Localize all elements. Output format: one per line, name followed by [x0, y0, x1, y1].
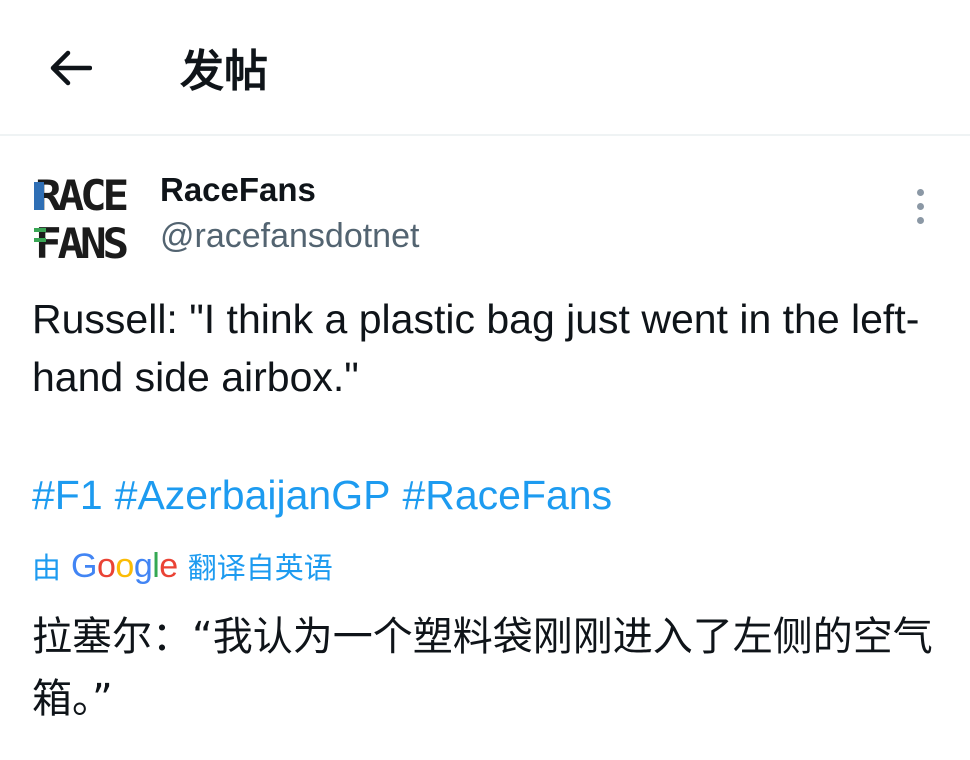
hashtag-racefans[interactable]: #RaceFans — [402, 472, 612, 518]
avatar-line2: FANS — [35, 219, 127, 266]
hashtag-f1[interactable]: #F1 — [32, 472, 103, 518]
back-button[interactable] — [40, 38, 100, 98]
more-vertical-icon — [916, 188, 924, 196]
translated-text: 拉塞尔：“我认为一个塑料袋刚刚进入了左侧的空气箱。” — [32, 614, 933, 722]
top-bar: 发帖 — [0, 0, 970, 136]
tweet-text: Russell: "I think a plastic bag just wen… — [32, 296, 920, 400]
more-options-button[interactable] — [900, 184, 940, 228]
hashtag-list: #F1 #AzerbaijanGP #RaceFans — [32, 468, 942, 522]
more-dot — [916, 216, 924, 224]
author-handle[interactable]: @racefansdotnet — [160, 214, 419, 258]
author-display-name[interactable]: RaceFans — [160, 170, 316, 210]
translated-by-link[interactable]: 由 Google 翻译自英语 — [32, 544, 333, 588]
more-dot — [916, 202, 924, 210]
translated-by-prefix: 由 — [32, 551, 62, 585]
translated-by-suffix: 翻译自英语 — [187, 551, 333, 585]
hashtag-azerbaijangp[interactable]: #AzerbaijanGP — [115, 472, 391, 518]
google-logo: Google — [71, 546, 178, 585]
avatar-line1: RACE — [35, 171, 127, 220]
arrow-left-icon — [50, 50, 92, 86]
racefans-logo: RACE FANS — [32, 168, 131, 268]
page-title: 发帖 — [180, 46, 268, 97]
avatar[interactable]: RACE FANS — [32, 168, 131, 268]
